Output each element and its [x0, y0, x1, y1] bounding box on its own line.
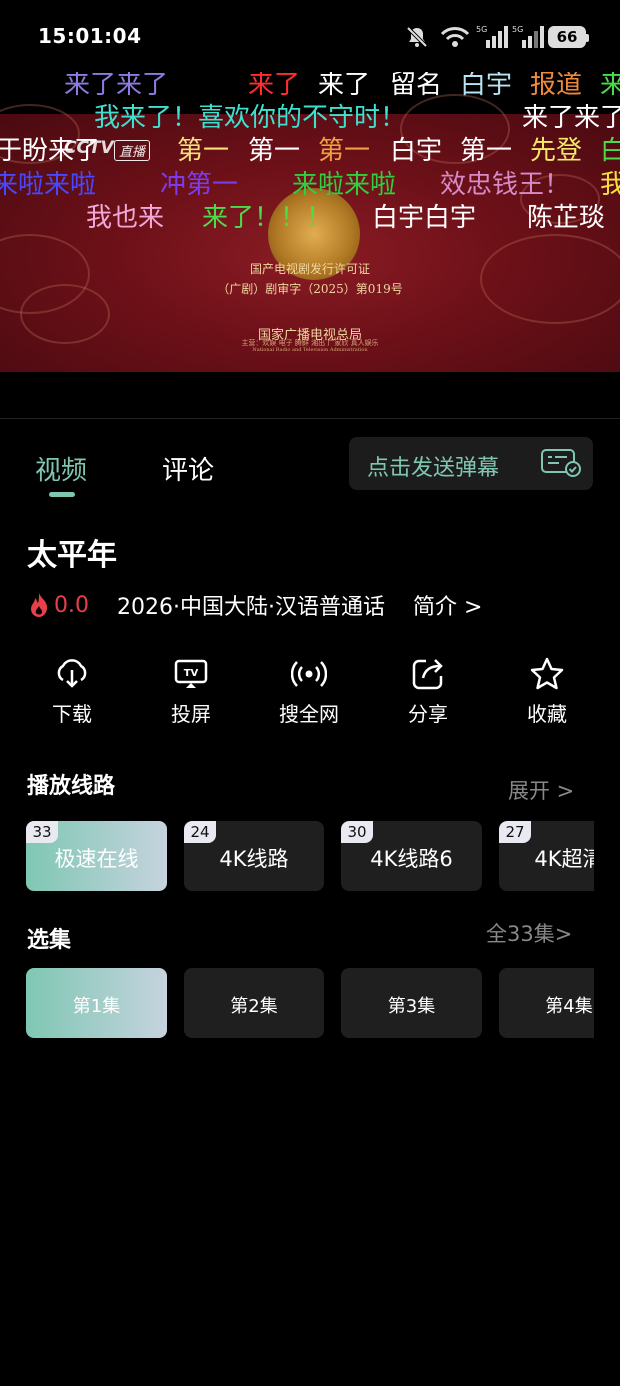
episodes-list: 第1集 第2集 第3集 第4集: [0, 968, 594, 1038]
status-time: 15:01:04: [38, 24, 142, 48]
route-chip[interactable]: 30 4K线路6: [341, 821, 482, 891]
route-label: 极速在线: [54, 847, 139, 871]
danmaku-comment: 来: [600, 72, 620, 100]
intro-link[interactable]: 简介 >: [413, 589, 482, 621]
danmaku-comment: 白宇: [460, 72, 513, 100]
danmaku-comment: 白: [600, 136, 620, 166]
send-danmaku-label: 点击发送弹幕: [367, 456, 500, 481]
tab-video[interactable]: 视频: [35, 450, 87, 487]
episodes-all-link[interactable]: 全33集>: [486, 918, 572, 948]
danmaku-comment: 效忠钱王！: [440, 170, 571, 200]
action-bar: 下载 TV 投屏 搜全网 分享 收藏: [12, 656, 608, 736]
danmaku-comment: 白宇: [390, 136, 443, 166]
download-label: 下载: [52, 702, 92, 726]
bell-off-icon: [404, 24, 430, 50]
route-label: 4K超清: [534, 847, 594, 871]
status-icons: 5G 5G 66: [404, 24, 589, 50]
show-rating: 0.0: [54, 592, 89, 618]
share-button[interactable]: 分享: [378, 656, 478, 727]
favorite-label: 收藏: [527, 702, 567, 726]
route-chip[interactable]: 24 4K线路: [184, 821, 324, 891]
svg-text:5G: 5G: [476, 25, 487, 34]
danmaku-comment: 来了来了: [522, 103, 620, 133]
broadcast-icon: [259, 656, 359, 692]
tab-indicator: [49, 492, 75, 497]
show-title: 太平年: [27, 538, 117, 573]
star-icon: [497, 656, 597, 692]
tv-cast-icon: TV: [141, 656, 241, 692]
danmaku-comment: 来啦来啦: [292, 170, 397, 200]
divider: [0, 418, 620, 419]
share-icon: [378, 656, 478, 692]
tab-comments[interactable]: 评论: [162, 450, 214, 487]
danmaku-comment: 白宇白宇: [372, 203, 477, 233]
show-meta: 0.0 2026·中国大陆·汉语普通话 简介 >: [28, 590, 482, 620]
episode-label: 第2集: [230, 996, 278, 1017]
danmaku-comment: 来了来了: [64, 72, 169, 100]
danmaku-comment: 来了！！！: [202, 203, 333, 233]
svg-text:TV: TV: [184, 668, 199, 679]
danmaku-comment: 于盼来了: [0, 136, 101, 166]
battery-indicator: 66: [548, 26, 589, 48]
route-count-badge: 24: [184, 821, 216, 843]
routes-expand-link[interactable]: 展开 >: [508, 775, 574, 805]
danmaku-comment: 报道: [530, 72, 583, 100]
favorite-button[interactable]: 收藏: [497, 656, 597, 727]
episode-chip[interactable]: 第3集: [341, 968, 482, 1038]
danmaku-comment: 来啦来啦: [0, 170, 97, 200]
status-bar: 15:01:04 5G 5G 66: [0, 0, 620, 72]
download-icon: [22, 656, 122, 692]
danmaku-settings-icon: [541, 449, 581, 477]
share-label: 分享: [408, 702, 448, 726]
route-chip[interactable]: 33 极速在线: [26, 821, 167, 891]
wifi-icon: [440, 24, 470, 50]
danmaku-comment: 冲第一: [160, 170, 239, 200]
cast-button[interactable]: TV 投屏: [141, 656, 241, 727]
danmaku-comment: 第一: [318, 136, 371, 166]
5g-signal-icon: 5G: [476, 24, 508, 50]
episode-label: 第1集: [72, 996, 121, 1017]
send-danmaku-button[interactable]: 点击发送弹幕: [349, 437, 593, 490]
5g-signal-icon: 5G: [512, 24, 544, 50]
danmaku-comment: 来了: [318, 72, 371, 100]
license-line2: （广剧）剧审字（2025）第019号: [217, 282, 403, 296]
license-line1: 国产电视剧发行许可证: [249, 262, 370, 276]
svg-text:5G: 5G: [512, 25, 523, 34]
fire-icon: [28, 592, 50, 618]
danmaku-comment: 我: [600, 170, 620, 200]
episode-chip[interactable]: 第1集: [26, 968, 167, 1038]
route-label: 4K线路6: [370, 847, 453, 871]
search-web-label: 搜全网: [279, 702, 339, 726]
danmaku-comment: 第一: [460, 136, 513, 166]
routes-list: 33 极速在线 24 4K线路 30 4K线路6 27 4K超清: [0, 821, 594, 891]
route-label: 4K线路: [219, 847, 289, 871]
routes-title: 播放线路: [27, 774, 116, 799]
route-chip[interactable]: 27 4K超清: [499, 821, 594, 891]
cast-label: 投屏: [171, 702, 211, 726]
route-count-badge: 27: [499, 821, 531, 843]
video-credit-en: National Radio and Television Administra…: [252, 347, 368, 353]
episode-chip[interactable]: 第2集: [184, 968, 324, 1038]
download-button[interactable]: 下载: [22, 656, 122, 727]
danmaku-comment: 我来了！喜欢你的不守时！: [94, 103, 407, 133]
episodes-title: 选集: [27, 928, 72, 953]
route-count-badge: 33: [26, 821, 58, 843]
video-player[interactable]: 国产电视剧发行许可证 （广剧）剧审字（2025）第019号 国家广播电视总局 主…: [0, 72, 620, 372]
danmaku-comment: 先登: [530, 136, 583, 166]
danmaku-comment: 第一: [177, 136, 230, 166]
danmaku-comment: 第一: [248, 136, 301, 166]
danmaku-comment: 陈芷琰: [527, 203, 606, 233]
danmaku-comment: 我也来: [86, 203, 165, 233]
live-badge: 直播: [114, 140, 151, 161]
episode-label: 第4集: [545, 996, 593, 1017]
route-count-badge: 30: [341, 821, 373, 843]
search-web-button[interactable]: 搜全网: [259, 656, 359, 727]
episode-chip[interactable]: 第4集: [499, 968, 594, 1038]
episode-label: 第3集: [387, 996, 436, 1017]
danmaku-comment: 留名: [390, 72, 443, 100]
show-info: 2026·中国大陆·汉语普通话: [117, 595, 385, 620]
danmaku-comment: 来了: [248, 72, 301, 100]
